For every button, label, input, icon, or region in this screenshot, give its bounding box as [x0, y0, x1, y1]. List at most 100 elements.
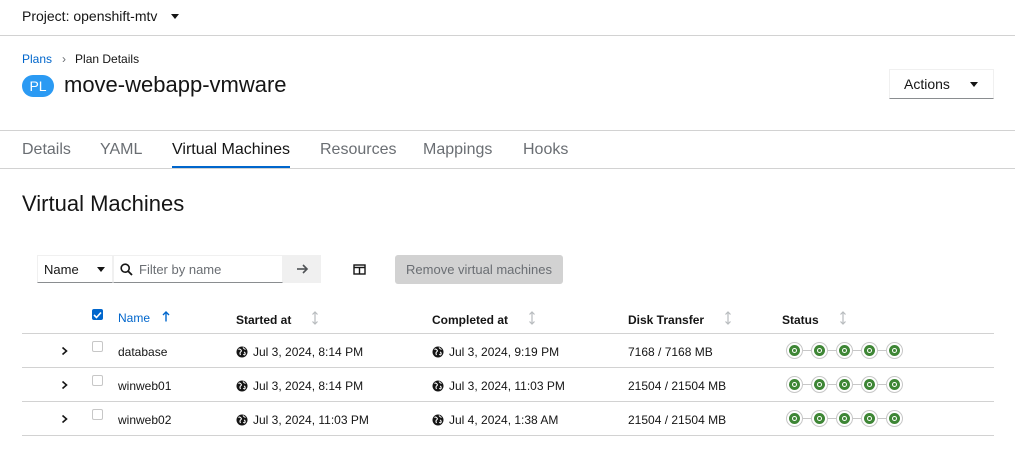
filter-submit-button[interactable]: [283, 255, 321, 283]
tab-bar: Details YAML Virtual Machines Resources …: [0, 130, 1015, 169]
tab-hooks[interactable]: Hooks: [523, 141, 568, 166]
column-label: Disk Transfer: [628, 312, 705, 327]
completed-at-cell: Jul 4, 2024, 1:38 AM: [432, 413, 558, 427]
manage-columns-button[interactable]: [351, 261, 367, 277]
status-step-complete-icon: [886, 410, 903, 427]
completed-at-cell: Jul 3, 2024, 9:19 PM: [432, 345, 559, 359]
started-at-value: Jul 3, 2024, 8:14 PM: [253, 345, 364, 359]
status-step-complete-icon: [811, 376, 828, 393]
breadcrumb-current: Plan Details: [75, 52, 140, 66]
project-label: Project: openshift-mtv: [22, 8, 158, 24]
filter-attribute-label: Name: [44, 261, 79, 277]
expand-row-toggle[interactable]: [58, 344, 70, 358]
status-steps: [786, 376, 903, 393]
completed-at-cell: Jul 3, 2024, 11:03 PM: [432, 379, 565, 393]
table-header: Name Started at Completed at Disk Transf…: [22, 302, 994, 334]
status-step-complete-icon: [836, 376, 853, 393]
sort-icon: [311, 311, 319, 328]
completed-at-value: Jul 4, 2024, 1:38 AM: [449, 413, 559, 427]
status-step-complete-icon: [861, 376, 878, 393]
vm-name: winweb02: [118, 413, 172, 427]
globe-icon: [236, 380, 248, 392]
section-title: Virtual Machines: [22, 191, 185, 216]
status-step-complete-icon: [811, 410, 828, 427]
started-at-value: Jul 3, 2024, 8:14 PM: [253, 379, 364, 393]
select-all-checkbox[interactable]: [92, 309, 103, 320]
row-checkbox[interactable]: [92, 375, 103, 386]
chevron-right-icon: [61, 346, 68, 356]
tab-virtual-machines[interactable]: Virtual Machines: [172, 141, 290, 168]
search-icon: [120, 262, 133, 276]
breadcrumb: Plans › Plan Details: [22, 52, 139, 66]
status-step-complete-icon: [836, 342, 853, 359]
page-title: move-webapp-vmware: [64, 72, 287, 97]
tab-yaml[interactable]: YAML: [100, 141, 142, 166]
status-step-complete-icon: [861, 342, 878, 359]
vm-name: database: [118, 345, 168, 359]
status-step-complete-icon: [786, 376, 803, 393]
project-bar: Project: openshift-mtv: [0, 0, 1015, 36]
disk-transfer-value: 21504 / 21504 MB: [628, 379, 727, 393]
vm-name: winweb01: [118, 379, 172, 393]
breadcrumb-separator-icon: ›: [62, 52, 67, 66]
column-header-started-at[interactable]: Started at: [236, 311, 319, 328]
expand-row-toggle[interactable]: [58, 378, 70, 392]
column-label: Completed at: [432, 312, 509, 327]
sort-ascending-icon: [162, 311, 170, 325]
expand-row-toggle[interactable]: [58, 412, 70, 426]
remove-virtual-machines-button[interactable]: Remove virtual machines: [395, 255, 563, 284]
disk-transfer-value: 7168 / 7168 MB: [628, 345, 713, 359]
table-row: winweb02 Jul 3, 2024, 11:03 PM Jul 4, 20…: [22, 402, 994, 436]
sort-icon: [724, 311, 732, 328]
project-selector[interactable]: Project: openshift-mtv: [22, 8, 180, 24]
column-header-disk-transfer[interactable]: Disk Transfer: [628, 311, 732, 328]
filter-attribute-select[interactable]: Name: [37, 255, 113, 283]
column-header-name[interactable]: Name: [118, 311, 170, 325]
column-label: Started at: [236, 312, 292, 327]
status-step-complete-icon: [886, 376, 903, 393]
globe-icon: [236, 414, 248, 426]
row-checkbox[interactable]: [92, 341, 103, 352]
globe-icon: [432, 346, 444, 358]
started-at-cell: Jul 3, 2024, 8:14 PM: [236, 379, 363, 393]
completed-at-value: Jul 3, 2024, 11:03 PM: [449, 379, 565, 393]
caret-down-icon: [969, 81, 978, 87]
actions-dropdown[interactable]: Actions: [889, 69, 994, 99]
status-step-complete-icon: [836, 410, 853, 427]
table-row: database Jul 3, 2024, 8:14 PM Jul 3, 202…: [22, 334, 994, 368]
status-step-complete-icon: [786, 342, 803, 359]
status-steps: [786, 410, 903, 427]
status-step-complete-icon: [786, 410, 803, 427]
started-at-cell: Jul 3, 2024, 8:14 PM: [236, 345, 363, 359]
started-at-value: Jul 3, 2024, 11:03 PM: [253, 413, 369, 427]
disk-transfer-value: 21504 / 21504 MB: [628, 413, 727, 427]
tab-mappings[interactable]: Mappings: [423, 141, 492, 166]
table-row: winweb01 Jul 3, 2024, 8:14 PM Jul 3, 202…: [22, 368, 994, 402]
arrow-right-icon: [296, 263, 309, 275]
filter-input-group: [113, 255, 283, 283]
breadcrumb-plans-link[interactable]: Plans: [22, 52, 52, 66]
sort-icon: [839, 311, 847, 328]
filter-by-name-input[interactable]: [139, 261, 269, 277]
check-icon: [93, 311, 102, 319]
title-row: PL move-webapp-vmware: [22, 72, 287, 98]
globe-icon: [432, 414, 444, 426]
actions-label: Actions: [904, 76, 950, 92]
row-checkbox[interactable]: [92, 409, 103, 420]
column-header-status[interactable]: Status: [782, 311, 847, 328]
chevron-right-icon: [61, 414, 68, 424]
filter-toolbar: Name: [37, 255, 367, 283]
columns-icon: [352, 263, 366, 275]
status-step-complete-icon: [886, 342, 903, 359]
caret-down-icon: [96, 266, 105, 272]
caret-down-icon: [171, 13, 180, 19]
vm-table: Name Started at Completed at Disk Transf…: [22, 302, 994, 436]
status-step-complete-icon: [861, 410, 878, 427]
column-label: Name: [118, 311, 151, 325]
column-header-completed-at[interactable]: Completed at: [432, 311, 536, 328]
tab-resources[interactable]: Resources: [320, 141, 396, 166]
globe-icon: [432, 380, 444, 392]
sort-icon: [528, 311, 536, 328]
resource-badge: PL: [22, 75, 54, 97]
tab-details[interactable]: Details: [22, 141, 71, 166]
